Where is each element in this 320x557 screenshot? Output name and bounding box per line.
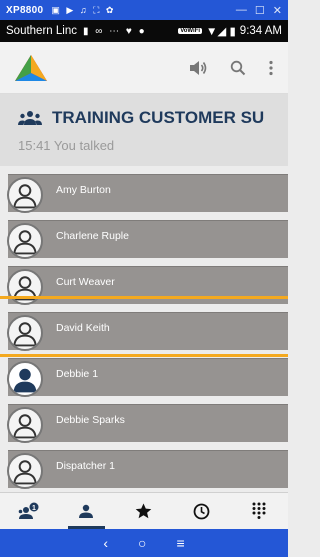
window-controls: — ☐ ✕	[236, 4, 282, 17]
overflow-menu-icon[interactable]	[268, 60, 274, 76]
home-button[interactable]: ○	[138, 535, 146, 551]
window-title-icons: ▣ ▶ ♫ ⛶ ✿	[51, 4, 116, 15]
dialpad-icon	[252, 502, 266, 519]
group-icon	[18, 111, 42, 125]
avatar-outline-icon	[7, 269, 43, 305]
contact-item[interactable]: David Keith	[7, 312, 288, 351]
system-nav-bar: ‹ ○ ≡	[0, 529, 288, 557]
selection-line-top	[0, 296, 288, 299]
contact-item[interactable]: Dispatcher 1	[7, 450, 288, 489]
vowifi-badge: VoWiFi	[178, 28, 203, 34]
recents-button[interactable]: ≡	[176, 535, 184, 551]
avatar-outline-icon	[7, 407, 43, 443]
status-bar: Southern Linc ▮ ∞ ⋯ ♥ ● VoWiFi ▼◢ ▮ 9:34…	[0, 20, 288, 42]
avatar-outline-icon	[7, 223, 43, 259]
maximize-button[interactable]: ☐	[255, 4, 265, 17]
contact-name: Debbie Sparks	[56, 414, 125, 426]
favorites-icon	[136, 503, 152, 519]
group-header[interactable]: TRAINING CUSTOMER SU 15:41 You talked	[0, 94, 288, 166]
avatar-filled-icon	[7, 361, 43, 397]
logo-icon	[15, 54, 47, 81]
group-subtitle: 15:41 You talked	[18, 138, 115, 153]
tab-groups-alert[interactable]: 1	[0, 493, 58, 529]
status-icons: ▮ ∞ ⋯ ♥ ●	[82, 25, 147, 37]
status-time: 9:34 AM	[239, 25, 282, 37]
contact-name: Dispatcher 1	[56, 460, 115, 472]
contact-list: Amy Burton Charlene Ruple Curt Weaver Da…	[0, 166, 288, 492]
search-icon[interactable]	[230, 60, 246, 76]
tab-dialpad[interactable]	[230, 493, 288, 529]
minimize-button[interactable]: —	[236, 4, 247, 17]
contact-item[interactable]: Debbie Sparks	[7, 404, 288, 443]
avatar-outline-icon	[7, 177, 43, 213]
contact-name: Debbie 1	[56, 368, 99, 380]
app-bar	[0, 42, 288, 94]
contact-name: Curt Weaver	[56, 276, 115, 288]
signal-battery-icons: ▼◢ ▮	[206, 26, 236, 38]
window-title: XP8800	[6, 4, 44, 16]
bottom-nav: 1	[0, 492, 288, 529]
contact-name: Amy Burton	[56, 184, 111, 196]
avatar-outline-icon	[7, 453, 43, 489]
speaker-icon[interactable]	[188, 59, 208, 77]
avatar-outline-icon	[7, 315, 43, 351]
svg-text:1: 1	[32, 505, 36, 512]
contact-item[interactable]: Debbie 1	[7, 358, 288, 397]
contact-name: Charlene Ruple	[56, 230, 129, 242]
history-icon	[193, 503, 210, 519]
tab-history[interactable]	[173, 493, 231, 529]
carrier-name: Southern Linc	[6, 25, 77, 37]
contact-item[interactable]: Amy Burton	[7, 174, 288, 213]
groups-alert-icon: 1	[18, 502, 39, 519]
group-name: TRAINING CUSTOMER SU	[52, 108, 265, 127]
tab-contacts[interactable]	[58, 493, 116, 529]
window-title-bar: XP8800 ▣ ▶ ♫ ⛶ ✿ — ☐ ✕	[0, 0, 288, 20]
selection-line-bottom	[0, 354, 288, 357]
contact-item[interactable]: Charlene Ruple	[7, 220, 288, 259]
close-button[interactable]: ✕	[273, 4, 282, 17]
contact-name: David Keith	[56, 322, 110, 334]
tab-favorites[interactable]	[115, 493, 173, 529]
contacts-icon	[79, 504, 94, 518]
back-button[interactable]: ‹	[103, 535, 108, 551]
